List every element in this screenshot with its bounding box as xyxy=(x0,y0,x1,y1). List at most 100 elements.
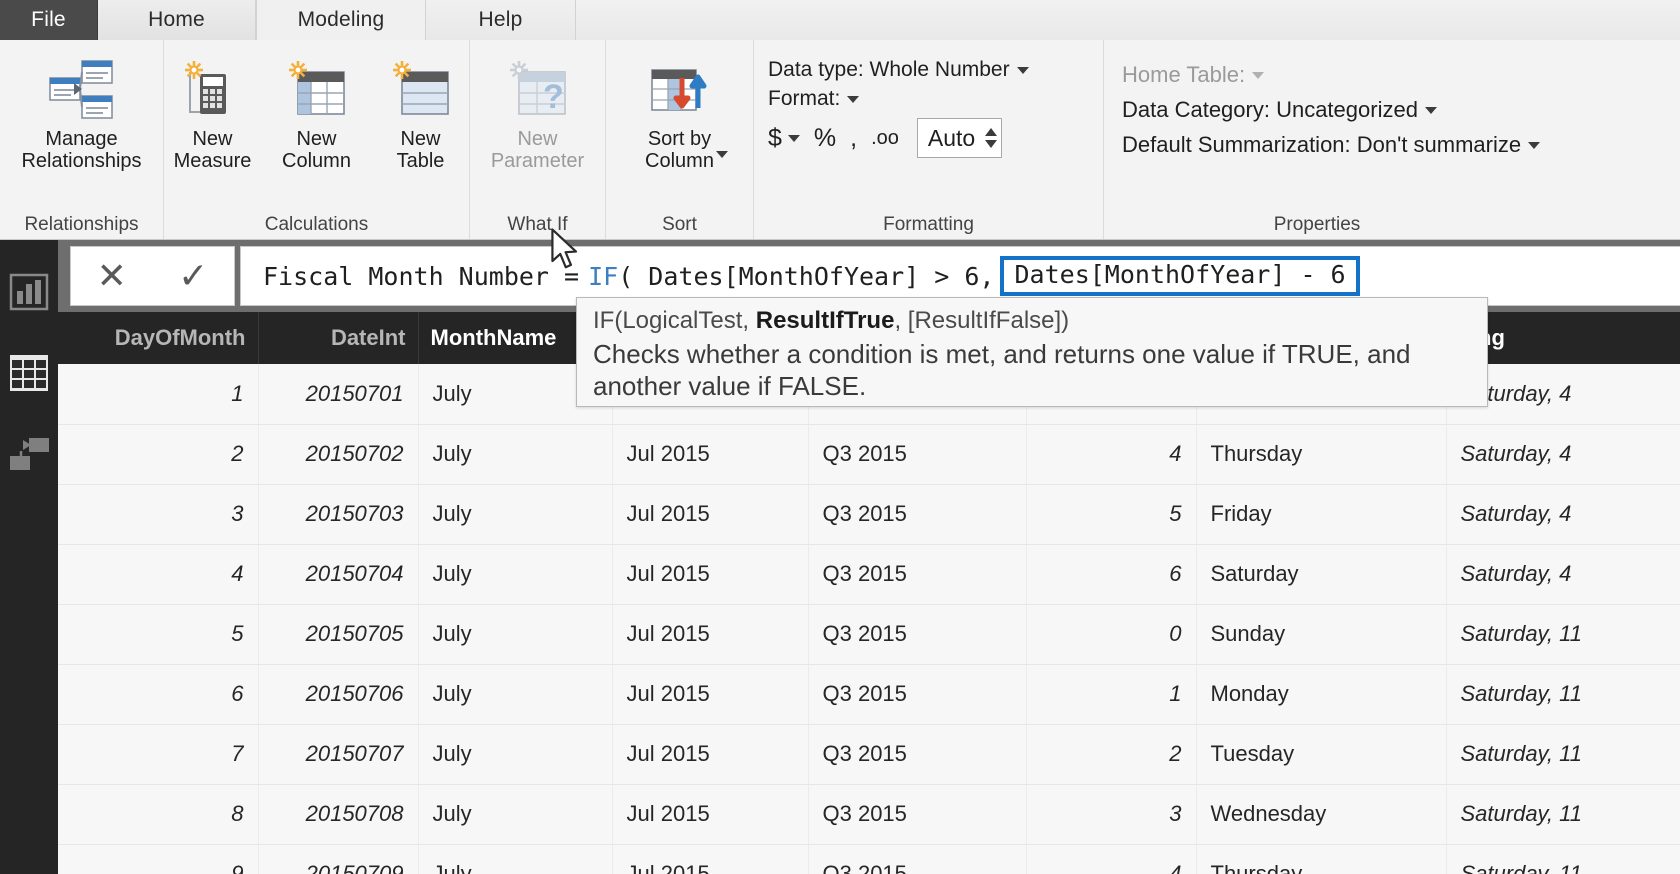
cell-dayofweeknumber[interactable]: 5 xyxy=(1026,484,1197,545)
cell-dayofmonth[interactable]: 8 xyxy=(58,784,259,845)
data-view-icon[interactable] xyxy=(9,354,49,394)
data-category-chevron-down-icon[interactable] xyxy=(1424,106,1437,114)
cell-monthname[interactable]: July xyxy=(418,424,613,485)
cell-monthyear[interactable]: Jul 2015 xyxy=(612,784,809,845)
manage-relationships-button[interactable]: Manage Relationships xyxy=(21,48,142,173)
new-parameter-button[interactable]: ? New Parameter xyxy=(488,48,588,173)
cell-monthname[interactable]: July xyxy=(418,484,613,545)
cell-dayofweekname[interactable]: Friday xyxy=(1196,484,1447,545)
cell-dateint[interactable]: 20150706 xyxy=(258,664,419,725)
cell-monthname[interactable]: July xyxy=(418,784,613,845)
stepper-down-icon[interactable] xyxy=(985,140,998,148)
report-view-icon[interactable] xyxy=(9,272,49,312)
cell-dayofweeknumber[interactable]: 4 xyxy=(1026,844,1197,874)
cell-dateint[interactable]: 20150708 xyxy=(258,784,419,845)
percent-format-button[interactable]: % xyxy=(814,124,836,153)
table-row[interactable]: 2 20150702 July Jul 2015 Q3 2015 4 Thursday Sat… xyxy=(58,424,1680,485)
cell-monthyear[interactable]: Jul 2015 xyxy=(612,604,809,665)
cell-dayofweekname[interactable]: Tuesday xyxy=(1196,724,1447,785)
cell-dayofweekname[interactable]: Thursday xyxy=(1196,844,1447,874)
table-row[interactable]: 6 20150706 July Jul 2015 Q3 2015 1 Monday Satur… xyxy=(58,664,1680,725)
cell-quarteryear[interactable]: Q3 2015 xyxy=(808,664,1027,725)
cell-monthname[interactable]: July xyxy=(418,544,613,605)
decimal-places-button[interactable]: .oo xyxy=(871,127,899,150)
cell-dayofweekname[interactable]: Thursday xyxy=(1196,424,1447,485)
data-type-chevron-down-icon[interactable] xyxy=(1016,66,1029,74)
cell-quarteryear[interactable]: Q3 2015 xyxy=(808,844,1027,874)
cell-monthname[interactable]: July xyxy=(418,604,613,665)
cell-dayofmonth[interactable]: 1 xyxy=(58,364,259,425)
cell-dayofweeknumber[interactable]: 3 xyxy=(1026,784,1197,845)
cell-dayofweekname[interactable]: Wednesday xyxy=(1196,784,1447,845)
tab-home[interactable]: Home xyxy=(98,0,256,40)
cell-dateint[interactable]: 20150701 xyxy=(258,364,419,425)
home-table-dropdown[interactable]: Home Table: xyxy=(1122,62,1540,88)
cell-weekending[interactable]: Saturday, 4 xyxy=(1446,484,1680,545)
cell-weekending[interactable]: Saturday, 4 xyxy=(1446,424,1680,485)
sort-by-column-chevron-down-icon[interactable] xyxy=(715,150,728,158)
decimal-places-stepper[interactable]: Auto xyxy=(916,118,1003,158)
cell-quarteryear[interactable]: Q3 2015 xyxy=(808,724,1027,785)
cell-dayofweekname[interactable]: Sunday xyxy=(1196,604,1447,665)
model-view-icon[interactable] xyxy=(9,436,49,476)
table-row[interactable]: 7 20150707 July Jul 2015 Q3 2015 2 Tuesday Satu… xyxy=(58,724,1680,785)
currency-format-button[interactable]: $ xyxy=(768,124,782,153)
table-row[interactable]: 3 20150703 July Jul 2015 Q3 2015 5 Friday Satur… xyxy=(58,484,1680,545)
cell-quarteryear[interactable]: Q3 2015 xyxy=(808,544,1027,605)
cell-weekending[interactable]: Saturday, 4 xyxy=(1446,544,1680,605)
cell-dayofmonth[interactable]: 3 xyxy=(58,484,259,545)
format-dropdown[interactable]: Format: xyxy=(768,87,1029,111)
thousands-separator-button[interactable]: , xyxy=(850,124,857,153)
cell-dateint[interactable]: 20150704 xyxy=(258,544,419,605)
cell-dayofweekname[interactable]: Monday xyxy=(1196,664,1447,725)
data-type-dropdown[interactable]: Data type: Whole Number xyxy=(768,58,1029,82)
table-row[interactable]: 9 20150709 July Jul 2015 Q3 2015 4 Thursday Sat… xyxy=(58,844,1680,874)
cell-weekending[interactable]: Saturday, 11 xyxy=(1446,844,1680,874)
cell-weekending[interactable]: Saturday, 11 xyxy=(1446,784,1680,845)
cell-dayofmonth[interactable]: 7 xyxy=(58,724,259,785)
cell-monthyear[interactable]: Jul 2015 xyxy=(612,664,809,725)
cell-dateint[interactable]: 20150705 xyxy=(258,604,419,665)
default-summarization-dropdown[interactable]: Default Summarization: Don't summarize xyxy=(1122,132,1541,158)
new-column-button[interactable]: New Column xyxy=(267,48,367,173)
stepper-up-icon[interactable] xyxy=(985,128,998,136)
formula-highlighted-argument[interactable]: Dates[MonthOfYear] - 6 xyxy=(1000,255,1360,297)
cell-dateint[interactable]: 20150709 xyxy=(258,844,419,874)
cell-dayofweeknumber[interactable]: 2 xyxy=(1026,724,1197,785)
tab-file[interactable]: File xyxy=(0,0,98,40)
cancel-formula-icon[interactable]: ✕ xyxy=(97,258,127,294)
cell-monthyear[interactable]: Jul 2015 xyxy=(612,484,809,545)
cell-monthyear[interactable]: Jul 2015 xyxy=(612,724,809,785)
format-chevron-down-icon[interactable] xyxy=(847,95,860,103)
cell-monthname[interactable]: July xyxy=(418,844,613,874)
cell-dayofmonth[interactable]: 6 xyxy=(58,664,259,725)
cell-dateint[interactable]: 20150702 xyxy=(258,424,419,485)
cell-dayofweeknumber[interactable]: 6 xyxy=(1026,544,1197,605)
cell-dateint[interactable]: 20150703 xyxy=(258,484,419,545)
cell-monthyear[interactable]: Jul 2015 xyxy=(612,844,809,874)
new-measure-button[interactable]: New Measure xyxy=(163,48,263,173)
cell-dayofmonth[interactable]: 2 xyxy=(58,424,259,485)
cell-dateint[interactable]: 20150707 xyxy=(258,724,419,785)
sort-by-column-button[interactable]: Sort by Column xyxy=(630,48,730,180)
cell-monthyear[interactable]: Jul 2015 xyxy=(612,424,809,485)
tab-help[interactable]: Help xyxy=(426,0,576,40)
cell-weekending[interactable]: Saturday, 11 xyxy=(1446,724,1680,785)
table-row[interactable]: 8 20150708 July Jul 2015 Q3 2015 3 Wednesday Sa… xyxy=(58,784,1680,845)
tab-modeling[interactable]: Modeling xyxy=(256,0,426,40)
cell-quarteryear[interactable]: Q3 2015 xyxy=(808,604,1027,665)
commit-formula-icon[interactable]: ✓ xyxy=(178,258,208,294)
cell-dayofmonth[interactable]: 4 xyxy=(58,544,259,605)
cell-monthname[interactable]: July xyxy=(418,664,613,725)
decimal-places-arrows[interactable] xyxy=(985,128,998,148)
cell-quarteryear[interactable]: Q3 2015 xyxy=(808,484,1027,545)
cell-dayofmonth[interactable]: 5 xyxy=(58,604,259,665)
currency-chevron-down-icon[interactable] xyxy=(787,134,800,142)
cell-monthyear[interactable]: Jul 2015 xyxy=(612,544,809,605)
column-header-dateint[interactable]: DateInt xyxy=(258,312,419,364)
home-table-chevron-down-icon[interactable] xyxy=(1252,71,1265,79)
cell-dayofweeknumber[interactable]: 4 xyxy=(1026,424,1197,485)
table-row[interactable]: 4 20150704 July Jul 2015 Q3 2015 6 Saturday Sat… xyxy=(58,544,1680,605)
default-summarization-chevron-down-icon[interactable] xyxy=(1528,141,1541,149)
column-header-dayofmonth[interactable]: DayOfMonth xyxy=(58,312,259,364)
